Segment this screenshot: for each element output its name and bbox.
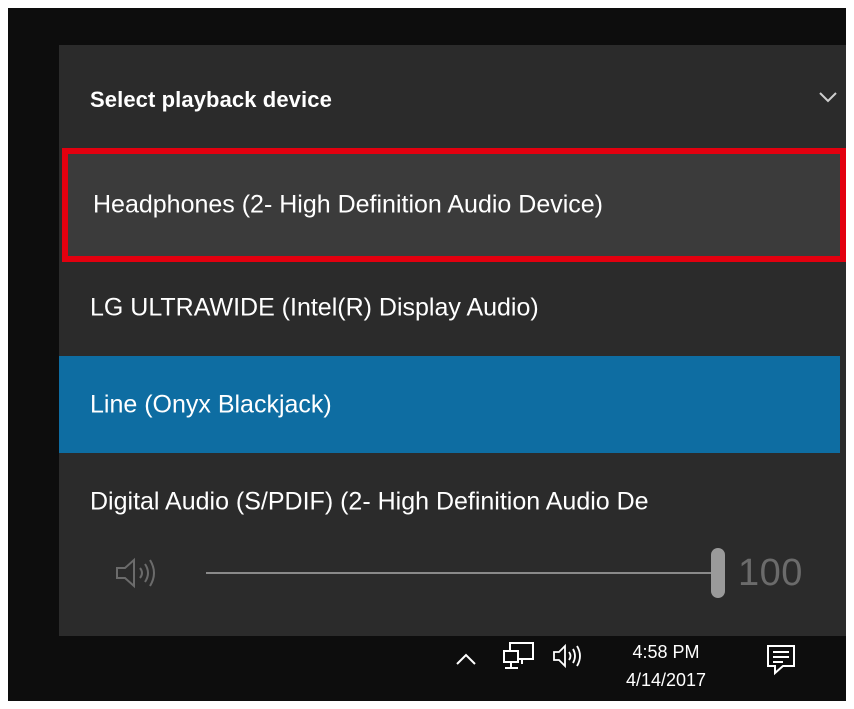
clock-time: 4:58 PM xyxy=(632,642,700,662)
device-label: Line (Onyx Blackjack) xyxy=(90,390,332,418)
device-item-lg-ultrawide[interactable]: LG ULTRAWIDE (Intel(R) Display Audio) xyxy=(59,263,846,353)
device-label: Headphones (2- High Definition Audio Dev… xyxy=(93,190,604,219)
volume-slider-thumb[interactable] xyxy=(711,548,725,598)
volume-row: 100 xyxy=(59,545,846,603)
volume-value: 100 xyxy=(738,552,803,594)
taskbar-clock[interactable]: 4:58 PM 4/14/2017 xyxy=(616,638,716,694)
flyout-title: Select playback device xyxy=(90,87,332,112)
chevron-down-icon[interactable] xyxy=(818,89,838,105)
taskbar: 4:58 PM 4/14/2017 xyxy=(8,636,846,701)
volume-slider-track[interactable] xyxy=(206,572,721,574)
device-label: LG ULTRAWIDE (Intel(R) Display Audio) xyxy=(90,293,539,322)
speaker-icon[interactable] xyxy=(552,642,586,670)
device-item-headphones[interactable]: Headphones (2- High Definition Audio Dev… xyxy=(62,148,846,262)
clock-date: 4/14/2017 xyxy=(625,670,707,690)
notification-icon[interactable] xyxy=(765,643,797,677)
device-item-digital-audio[interactable]: Digital Audio (S/PDIF) (2- High Definiti… xyxy=(59,465,846,525)
playback-device-flyout: Select playback device Headphones (2- Hi… xyxy=(59,45,846,636)
speaker-icon[interactable] xyxy=(114,554,160,592)
screen: Select playback device Headphones (2- Hi… xyxy=(8,8,846,701)
device-label: Digital Audio (S/PDIF) (2- High Definiti… xyxy=(90,487,649,516)
chevron-up-icon[interactable] xyxy=(454,650,478,668)
device-item-line-onyx[interactable]: Line (Onyx Blackjack) xyxy=(59,356,840,453)
network-icon[interactable] xyxy=(502,640,536,672)
flyout-header[interactable]: Select playback device xyxy=(59,45,846,145)
